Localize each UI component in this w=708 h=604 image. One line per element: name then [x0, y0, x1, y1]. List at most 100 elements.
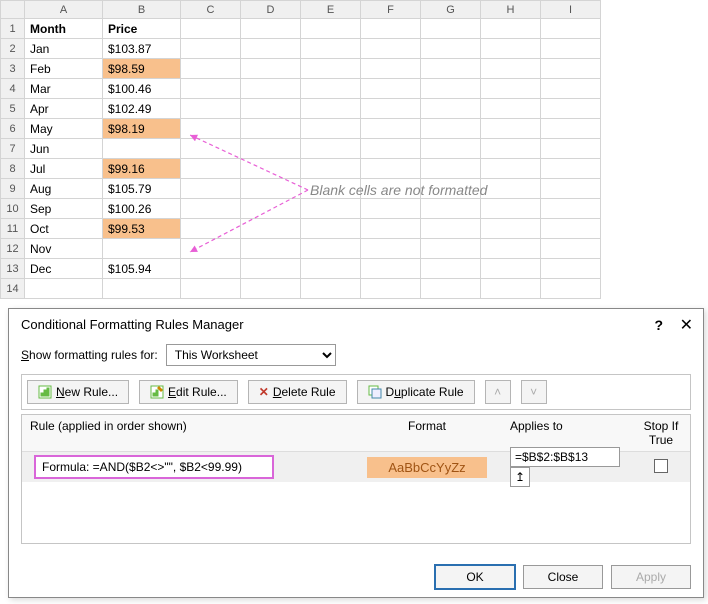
cell-H5[interactable]: [481, 99, 541, 119]
cell-C13[interactable]: [181, 259, 241, 279]
cell-I10[interactable]: [541, 199, 601, 219]
row-header-12[interactable]: 12: [1, 239, 25, 259]
cell-D12[interactable]: [241, 239, 301, 259]
cell-A5[interactable]: Apr: [25, 99, 103, 119]
cell-F4[interactable]: [361, 79, 421, 99]
row-header-8[interactable]: 8: [1, 159, 25, 179]
cell-A11[interactable]: Oct: [25, 219, 103, 239]
cell-D11[interactable]: [241, 219, 301, 239]
cell-F8[interactable]: [361, 159, 421, 179]
cell-D10[interactable]: [241, 199, 301, 219]
cell-F14[interactable]: [361, 279, 421, 299]
cell-I2[interactable]: [541, 39, 601, 59]
col-header-B[interactable]: B: [103, 1, 181, 19]
cell-H10[interactable]: [481, 199, 541, 219]
cell-H1[interactable]: [481, 19, 541, 39]
close-button[interactable]: Close: [523, 565, 603, 589]
cell-E1[interactable]: [301, 19, 361, 39]
col-header-F[interactable]: F: [361, 1, 421, 19]
col-header-D[interactable]: D: [241, 1, 301, 19]
cell-B5[interactable]: $102.49: [103, 99, 181, 119]
cell-E6[interactable]: [301, 119, 361, 139]
cell-D8[interactable]: [241, 159, 301, 179]
apply-button[interactable]: Apply: [611, 565, 691, 589]
cell-D9[interactable]: [241, 179, 301, 199]
cell-G8[interactable]: [421, 159, 481, 179]
cell-B1[interactable]: Price: [103, 19, 181, 39]
ok-button[interactable]: OK: [435, 565, 515, 589]
row-header-3[interactable]: 3: [1, 59, 25, 79]
row-header-6[interactable]: 6: [1, 119, 25, 139]
cell-G5[interactable]: [421, 99, 481, 119]
cell-I11[interactable]: [541, 219, 601, 239]
cell-G12[interactable]: [421, 239, 481, 259]
cell-B13[interactable]: $105.94: [103, 259, 181, 279]
cell-C2[interactable]: [181, 39, 241, 59]
cell-A8[interactable]: Jul: [25, 159, 103, 179]
cell-H9[interactable]: [481, 179, 541, 199]
cell-F2[interactable]: [361, 39, 421, 59]
row-header-2[interactable]: 2: [1, 39, 25, 59]
cell-E4[interactable]: [301, 79, 361, 99]
cell-E12[interactable]: [301, 239, 361, 259]
cell-B3[interactable]: $98.59: [103, 59, 181, 79]
row-header-1[interactable]: 1: [1, 19, 25, 39]
cell-F11[interactable]: [361, 219, 421, 239]
close-icon[interactable]: ✕: [680, 315, 693, 335]
cell-C11[interactable]: [181, 219, 241, 239]
cell-F7[interactable]: [361, 139, 421, 159]
cell-D5[interactable]: [241, 99, 301, 119]
cell-E8[interactable]: [301, 159, 361, 179]
cell-B12[interactable]: [103, 239, 181, 259]
cell-A13[interactable]: Dec: [25, 259, 103, 279]
cell-A9[interactable]: Aug: [25, 179, 103, 199]
cell-G3[interactable]: [421, 59, 481, 79]
cell-E2[interactable]: [301, 39, 361, 59]
row-header-5[interactable]: 5: [1, 99, 25, 119]
cell-C1[interactable]: [181, 19, 241, 39]
cell-F5[interactable]: [361, 99, 421, 119]
cell-I3[interactable]: [541, 59, 601, 79]
row-header-9[interactable]: 9: [1, 179, 25, 199]
cell-A2[interactable]: Jan: [25, 39, 103, 59]
spreadsheet-grid[interactable]: ABCDEFGHI 1MonthPrice2Jan$103.873Feb$98.…: [0, 0, 601, 299]
cell-C6[interactable]: [181, 119, 241, 139]
applies-to-input[interactable]: =$B$2:$B$13: [510, 447, 620, 467]
cell-A6[interactable]: May: [25, 119, 103, 139]
cell-F1[interactable]: [361, 19, 421, 39]
cell-H7[interactable]: [481, 139, 541, 159]
cell-G11[interactable]: [421, 219, 481, 239]
cell-B8[interactable]: $99.16: [103, 159, 181, 179]
rule-row[interactable]: Formula: =AND($B2<>"", $B2<99.99) AaBbCc…: [22, 452, 690, 482]
cell-I12[interactable]: [541, 239, 601, 259]
cell-G13[interactable]: [421, 259, 481, 279]
cell-C5[interactable]: [181, 99, 241, 119]
cell-E7[interactable]: [301, 139, 361, 159]
cell-I1[interactable]: [541, 19, 601, 39]
range-picker-button[interactable]: ↥: [510, 467, 530, 487]
cell-G6[interactable]: [421, 119, 481, 139]
cell-A4[interactable]: Mar: [25, 79, 103, 99]
cell-H2[interactable]: [481, 39, 541, 59]
row-header-4[interactable]: 4: [1, 79, 25, 99]
cell-B10[interactable]: $100.26: [103, 199, 181, 219]
cell-F6[interactable]: [361, 119, 421, 139]
col-header-A[interactable]: A: [25, 1, 103, 19]
cell-F10[interactable]: [361, 199, 421, 219]
cell-A14[interactable]: [25, 279, 103, 299]
cell-E11[interactable]: [301, 219, 361, 239]
cell-C14[interactable]: [181, 279, 241, 299]
duplicate-rule-button[interactable]: Duplicate Rule: [357, 380, 475, 404]
col-header-E[interactable]: E: [301, 1, 361, 19]
cell-B6[interactable]: $98.19: [103, 119, 181, 139]
cell-F12[interactable]: [361, 239, 421, 259]
row-header-7[interactable]: 7: [1, 139, 25, 159]
cell-I13[interactable]: [541, 259, 601, 279]
cell-I5[interactable]: [541, 99, 601, 119]
cell-H13[interactable]: [481, 259, 541, 279]
cell-C12[interactable]: [181, 239, 241, 259]
cell-A3[interactable]: Feb: [25, 59, 103, 79]
cell-C7[interactable]: [181, 139, 241, 159]
cell-E10[interactable]: [301, 199, 361, 219]
cell-H3[interactable]: [481, 59, 541, 79]
